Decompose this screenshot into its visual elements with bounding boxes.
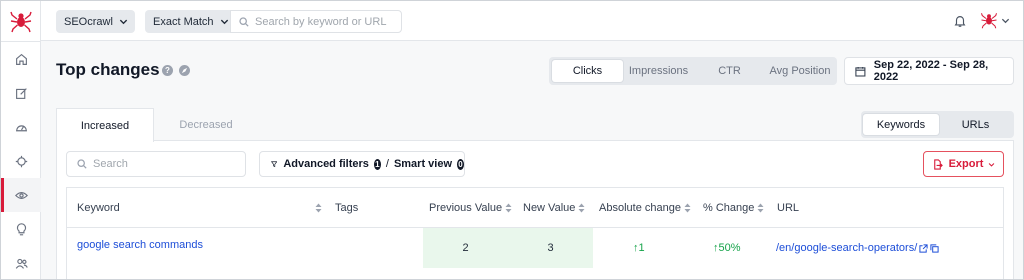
external-link-icon[interactable]: [919, 243, 928, 253]
date-range-picker[interactable]: Sep 22, 2022 - Sep 28, 2022: [844, 57, 1014, 85]
spider-logo-icon[interactable]: [9, 9, 33, 33]
copy-icon[interactable]: [930, 243, 939, 253]
column-header-pct-change-label: % Change: [703, 202, 755, 214]
smart-view-count: 0: [457, 158, 464, 170]
keyword-search-box[interactable]: [230, 10, 402, 33]
chevron-down-icon: [989, 162, 995, 167]
pct-change-cell: ↑ 50%: [713, 228, 741, 268]
column-header-keyword[interactable]: Keyword: [77, 188, 322, 228]
project-dropdown[interactable]: SEOcrawl: [56, 10, 135, 33]
new-value-cell: 3: [547, 242, 554, 254]
sidebar-item-ideas[interactable]: [1, 212, 41, 246]
column-header-url[interactable]: URL: [777, 188, 799, 228]
sidebar-item-edit[interactable]: [1, 76, 41, 110]
column-header-absolute-change-label: Absolute change: [599, 202, 681, 214]
project-dropdown-label: SEOcrawl: [64, 15, 113, 28]
avatar[interactable]: [980, 11, 998, 29]
sidebar: [1, 1, 41, 279]
absolute-change-cell: ↑ 1: [633, 228, 645, 268]
sort-icon[interactable]: [505, 203, 512, 213]
column-header-new-value-label: New Value: [523, 202, 576, 214]
eye-icon: [14, 191, 28, 199]
metric-selector: Clicks Impressions CTR Avg Position: [549, 57, 837, 85]
compass-icon[interactable]: [179, 65, 190, 76]
column-header-tags[interactable]: Tags: [335, 188, 358, 228]
changes-table: Keyword Tags Previous Value New Value Ab…: [66, 187, 1004, 279]
keyword-search-input[interactable]: [255, 15, 395, 28]
tab-increased[interactable]: Increased: [56, 108, 154, 142]
column-header-new-value[interactable]: New Value: [523, 188, 585, 228]
sidebar-item-monitor[interactable]: [1, 178, 41, 212]
chevron-down-icon: [119, 19, 128, 25]
export-label: Export: [948, 158, 984, 170]
chevron-down-icon[interactable]: [1001, 16, 1010, 25]
column-header-absolute-change[interactable]: Absolute change: [599, 188, 691, 228]
users-icon: [15, 258, 28, 269]
search-icon: [77, 159, 87, 169]
column-header-keyword-label: Keyword: [77, 202, 120, 214]
url-cell: /en/google-search-operators/: [776, 228, 939, 268]
filter-icon: [271, 161, 278, 168]
top-bar: SEOcrawl Exact Match: [41, 1, 1023, 41]
keyword-link[interactable]: google search commands: [77, 228, 203, 262]
tab-decreased[interactable]: Decreased: [156, 108, 256, 141]
chevron-down-icon: [220, 19, 228, 25]
lightbulb-icon: [16, 222, 26, 235]
sort-icon[interactable]: [684, 203, 691, 213]
previous-value-cell: 2: [462, 242, 469, 254]
metric-tab-clicks[interactable]: Clicks: [552, 60, 623, 82]
view-toggle: Keywords URLs: [861, 111, 1014, 138]
match-type-label: Exact Match: [153, 15, 214, 28]
sidebar-item-tracking[interactable]: [1, 144, 41, 178]
sort-icon[interactable]: [578, 203, 585, 213]
metric-tab-impressions[interactable]: Impressions: [623, 60, 694, 82]
metric-tab-ctr[interactable]: CTR: [694, 60, 765, 82]
page-title: Top changes: [56, 60, 160, 79]
bell-icon[interactable]: [953, 14, 967, 28]
url-link[interactable]: /en/google-search-operators/: [776, 242, 917, 254]
date-range-label: Sep 22, 2022 - Sep 28, 2022: [873, 59, 989, 83]
calendar-icon: [855, 66, 866, 77]
advanced-filters-count: 1: [373, 158, 381, 170]
advanced-filters-button[interactable]: Advanced filters 1 / Smart view 0: [259, 151, 465, 177]
table-search-box[interactable]: [66, 151, 246, 177]
column-header-previous-value[interactable]: Previous Value: [429, 188, 512, 228]
export-button[interactable]: Export: [923, 151, 1004, 177]
pct-change-value: 50%: [718, 242, 741, 254]
absolute-change-value: 1: [638, 242, 645, 254]
smart-view-label: Smart view: [393, 158, 453, 170]
edit-icon: [15, 87, 27, 99]
value-highlight-cell: 2 3: [423, 228, 593, 268]
app-window: SEOcrawl Exact Match Top changes ? C: [0, 0, 1024, 280]
search-icon: [239, 16, 249, 27]
sidebar-item-home[interactable]: [1, 42, 41, 76]
export-icon: [933, 158, 943, 170]
sort-icon[interactable]: [757, 203, 764, 213]
sidebar-item-users[interactable]: [1, 246, 41, 279]
advanced-filters-label: Advanced filters: [283, 158, 369, 170]
column-header-pct-change[interactable]: % Change: [703, 188, 764, 228]
sidebar-item-dashboard[interactable]: [1, 110, 41, 144]
view-tab-keywords[interactable]: Keywords: [863, 114, 939, 135]
view-tab-urls[interactable]: URLs: [939, 114, 1012, 135]
dashboard-icon: [15, 124, 27, 131]
metric-tab-avg-position[interactable]: Avg Position: [765, 60, 835, 82]
crosshair-icon: [15, 155, 27, 167]
help-icon[interactable]: ?: [162, 65, 173, 76]
table-search-input[interactable]: [93, 158, 233, 170]
match-type-dropdown[interactable]: Exact Match: [145, 10, 236, 33]
column-header-previous-value-label: Previous Value: [429, 202, 503, 214]
sort-icon[interactable]: [315, 203, 322, 213]
filters-separator: /: [385, 158, 389, 170]
home-icon: [15, 53, 27, 65]
